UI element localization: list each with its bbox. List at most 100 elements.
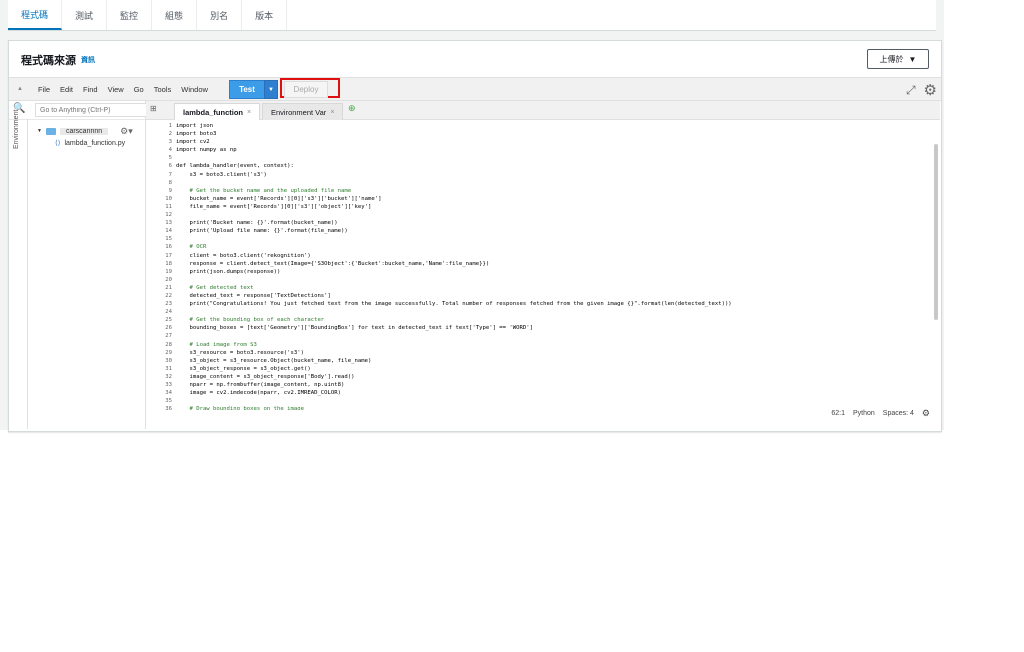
add-tab-icon[interactable]: ⊕ (348, 103, 356, 114)
line-number: 26 (165, 325, 172, 332)
tab-aliases[interactable]: 別名 (197, 0, 243, 30)
line-number: 22 (165, 292, 172, 299)
menu-window[interactable]: Window (176, 85, 213, 94)
code-line[interactable] (176, 397, 932, 405)
editor-tab-label: lambda_function (183, 107, 244, 117)
tree-file[interactable]: ⟨⟩ lambda_function.py (37, 137, 133, 149)
line-number: 1 (168, 123, 172, 129)
code-line[interactable]: import numpy as np (176, 146, 932, 154)
line-number: 14 (165, 228, 172, 235)
code-line[interactable]: file_name = event['Records'][0]['s3']['o… (176, 203, 932, 211)
code-line[interactable] (176, 332, 932, 340)
tab-test[interactable]: 測試 (62, 0, 108, 30)
code-line[interactable]: detected_text = response['TextDetections… (176, 292, 932, 300)
line-number: 31 (165, 365, 172, 372)
line-number: 23 (165, 301, 172, 308)
menu-find[interactable]: Find (78, 85, 103, 94)
code-line[interactable] (176, 235, 932, 243)
menu-file[interactable]: File (33, 85, 55, 94)
code-line[interactable]: # Get detected text (176, 284, 932, 292)
cursor-position[interactable]: 62:1 (831, 410, 845, 417)
code-area[interactable]: 1 2 3 4 5 6 7 8 9 10 11 12 13 14 15 16 17 18 19 20 21 22 23 24 2… (146, 120, 940, 410)
tab-versions[interactable]: 版本 (242, 0, 288, 30)
info-link[interactable]: 資訊 (81, 55, 95, 65)
code-line[interactable]: client = boto3.client('rekognition') (176, 252, 932, 260)
page-title: 程式碼來源 (21, 55, 76, 67)
close-icon[interactable]: × (330, 109, 334, 116)
line-number: 35 (165, 398, 172, 405)
editor-tab-environment-vars[interactable]: Environment Var × (262, 103, 344, 120)
test-button[interactable]: Test (229, 80, 265, 99)
line-number: 13 (165, 220, 172, 227)
close-icon[interactable]: × (247, 109, 251, 116)
lambda-console: 程式碼 測試 監控 組態 別名 版本 程式碼來源 資訊 上傳於 ▼ ▲ File… (0, 0, 944, 432)
tab-configuration[interactable]: 組態 (152, 0, 198, 30)
code-line[interactable]: s3_object_response = s3_object.get() (176, 365, 932, 373)
code-line[interactable]: # Draw bounding boxes on the image (176, 405, 932, 410)
menu-edit[interactable]: Edit (55, 85, 78, 94)
menu-tools[interactable]: Tools (149, 85, 177, 94)
test-dropdown-icon[interactable]: ▼ (264, 80, 278, 99)
function-tabs: 程式碼 測試 監控 組態 別名 版本 (8, 0, 936, 31)
code-line[interactable]: s3_resource = boto3.resource('s3') (176, 349, 932, 357)
code-line[interactable]: # Get the bounding box of each character (176, 316, 932, 324)
line-number: 16 (165, 244, 172, 251)
gear-icon[interactable]: ⚙ (924, 81, 937, 99)
code-line[interactable]: print('Bucket name: {}'.format(bucket_na… (176, 219, 932, 227)
file-name: lambda_function.py (64, 139, 126, 147)
code-line[interactable]: import cv2 (176, 138, 932, 146)
code-line[interactable]: import json (176, 122, 932, 130)
code-line[interactable]: s3_object = s3_resource.Object(bucket_na… (176, 357, 932, 365)
fullscreen-icon[interactable]: ⤢ (906, 83, 916, 98)
search-input[interactable] (35, 103, 149, 117)
upload-label: 上傳於 (879, 54, 904, 64)
code-line[interactable]: # OCR (176, 243, 932, 251)
code-line[interactable]: def lambda_handler(event, context): (176, 162, 932, 170)
code-line[interactable]: # Get the bucket name and the uploaded f… (176, 187, 932, 195)
code-line[interactable]: bucket_name = event['Records'][0]['s3'][… (176, 195, 932, 203)
line-number: 36 (165, 406, 172, 410)
code-line[interactable]: print('Upload file name: {}'.format(file… (176, 227, 932, 235)
environment-strip[interactable]: Environment (9, 110, 28, 429)
line-number: 12 (165, 212, 172, 219)
menu-view[interactable]: View (103, 85, 129, 94)
code-line[interactable] (176, 179, 932, 187)
triangle-up-icon[interactable]: ▲ (17, 86, 23, 92)
line-number: 9 (168, 187, 172, 194)
menu-go[interactable]: Go (129, 85, 149, 94)
ide-toolbar: ▲ File Edit Find View Go Tools Window Te… (9, 77, 941, 101)
folder-settings-icon[interactable]: ⚙▾ (120, 126, 133, 137)
upload-from-button[interactable]: 上傳於 ▼ (867, 49, 929, 69)
line-number: 15 (165, 236, 172, 243)
code-line[interactable]: print(json.dumps(response)) (176, 268, 932, 276)
indent-setting[interactable]: Spaces: 4 (883, 410, 914, 417)
scrollbar[interactable] (934, 144, 938, 320)
code-line[interactable]: print("Congratulations! You just fetched… (176, 300, 932, 308)
gear-icon[interactable]: ⚙ (922, 408, 930, 419)
tab-code[interactable]: 程式碼 (8, 0, 63, 30)
file-icon: ⟨⟩ (55, 140, 61, 147)
editor-tabs-icon[interactable]: ⊞ (150, 104, 157, 113)
tab-monitor[interactable]: 監控 (107, 0, 153, 30)
code-line[interactable]: import boto3 (176, 130, 932, 138)
line-number: 4 (168, 147, 172, 154)
chevron-down-icon[interactable]: ▼ (37, 128, 42, 134)
line-number: 10 (165, 195, 172, 202)
code-line[interactable] (176, 211, 932, 219)
editor-tab-lambda-function[interactable]: lambda_function × (174, 103, 261, 120)
language-mode[interactable]: Python (853, 410, 875, 417)
code-line[interactable]: nparr = np.frombuffer(image_content, np.… (176, 381, 932, 389)
code-lines[interactable]: import json import boto3 import cv2 import … (176, 122, 932, 410)
code-line[interactable] (176, 308, 932, 316)
code-line[interactable]: image = cv2.imdecode(nparr, cv2.IMREAD_C… (176, 389, 932, 397)
code-line[interactable] (176, 276, 932, 284)
folder-icon (45, 127, 56, 135)
code-line[interactable]: # Load image from S3 (176, 341, 932, 349)
code-line[interactable]: image_content = s3_object_response['Body… (176, 373, 932, 381)
tree-folder[interactable]: ▼ carscannnn ⚙▾ (37, 125, 133, 137)
code-line[interactable] (176, 154, 932, 162)
code-line[interactable]: response = client.detect_text(Image={'S3… (176, 260, 932, 268)
code-line[interactable]: bounding_boxes = [text['Geometry']['Boun… (176, 324, 932, 332)
code-line[interactable]: s3 = boto3.client('s3') (176, 171, 932, 179)
deploy-button[interactable]: Deploy (284, 81, 328, 98)
